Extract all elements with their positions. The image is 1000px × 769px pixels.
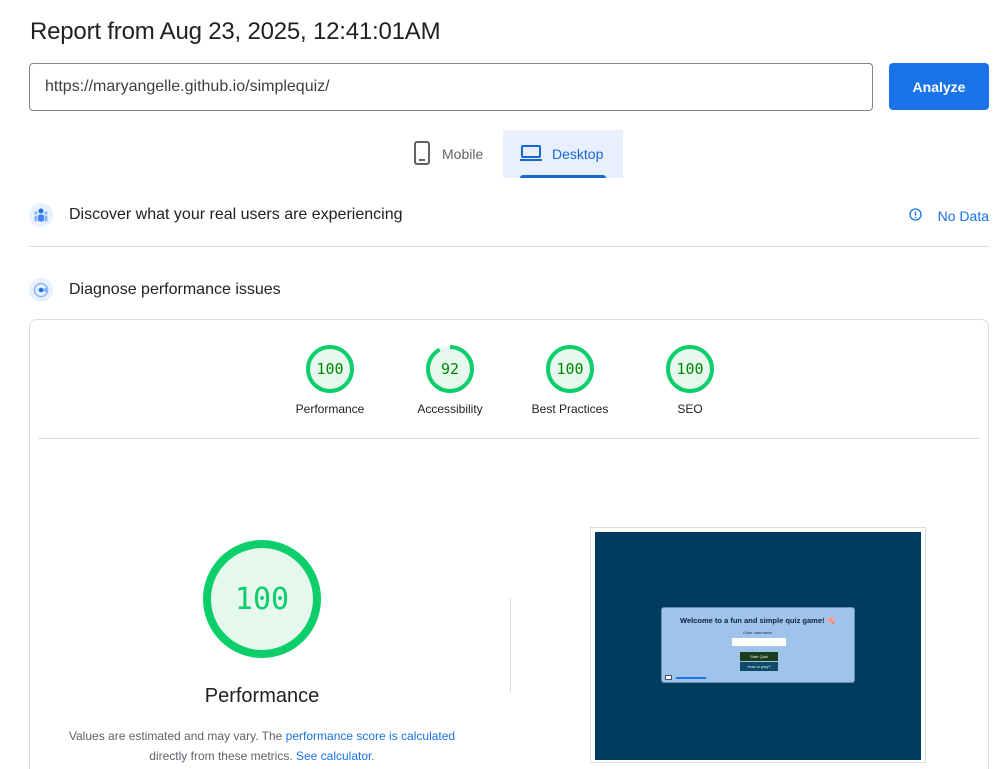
tab-desktop-label: Desktop <box>552 146 604 162</box>
gauge-best-practices[interactable]: 100 Best Practices <box>520 344 620 416</box>
see-calculator-link[interactable]: See calculator. <box>296 749 375 763</box>
no-data-label: No Data <box>937 208 989 224</box>
quiz-start-button: Start Quiz <box>740 652 778 661</box>
gauge-seo[interactable]: 100 SEO <box>640 344 740 416</box>
diagnose-section-header: Diagnose performance issues <box>29 278 281 302</box>
laptop-icon <box>520 144 542 165</box>
score-note: Values are estimated and may vary. The p… <box>62 726 462 766</box>
section-divider <box>29 246 989 247</box>
main-gauge-score: 100 <box>235 582 289 617</box>
screenshot-viewport: Welcome to a fun and simple quiz game! 🧠… <box>595 532 921 760</box>
report-title: Report from Aug 23, 2025, 12:41:01AM <box>30 18 441 45</box>
no-data-link[interactable]: No Data <box>908 208 989 224</box>
quiz-how-button: How to play? <box>740 662 778 671</box>
report-card: 100 Performance 92 Accessibility 100 Bes… <box>29 319 989 769</box>
final-screenshot: Welcome to a fun and simple quiz game! 🧠… <box>590 527 926 763</box>
tab-mobile-label: Mobile <box>442 146 484 162</box>
gauge-label: Best Practices <box>531 402 609 416</box>
audio-icon <box>665 675 672 680</box>
gauge-score: 92 <box>441 360 459 378</box>
gauge-label: Performance <box>295 402 365 416</box>
gauge-ring: 100 <box>666 345 714 393</box>
gauge-label: Accessibility <box>417 402 483 416</box>
gauge-performance[interactable]: 100 Performance <box>280 344 380 416</box>
score-gauges: 100 Performance 92 Accessibility 100 Bes… <box>30 344 990 416</box>
note-text-1: Values are estimated and may vary. The <box>68 729 286 743</box>
crux-title: Discover what your real users are experi… <box>69 206 403 223</box>
quiz-input-label: Enter username: <box>743 630 773 635</box>
score-calculated-link[interactable]: performance score is calculated <box>286 729 455 743</box>
diagnose-title: Diagnose performance issues <box>69 281 281 298</box>
smartphone-icon <box>412 140 432 168</box>
gauge-score: 100 <box>556 360 583 378</box>
url-input[interactable] <box>29 63 873 111</box>
gauge-label: SEO <box>677 402 703 416</box>
note-text-2: directly from these metrics. <box>149 749 296 763</box>
quiz-card: Welcome to a fun and simple quiz game! 🧠… <box>661 607 855 683</box>
gauge-ring: 100 <box>306 345 354 393</box>
vertical-divider <box>510 598 511 692</box>
tab-indicator <box>520 175 606 178</box>
gauge-ring: 92 <box>426 345 474 393</box>
gauge-score: 100 <box>316 360 343 378</box>
analyze-button[interactable]: Analyze <box>889 63 989 110</box>
gauge-accessibility[interactable]: 92 Accessibility <box>400 344 500 416</box>
main-gauge-label: Performance <box>204 685 320 707</box>
card-divider <box>38 438 980 439</box>
tab-desktop[interactable]: Desktop <box>503 130 623 178</box>
lighthouse-icon <box>29 278 53 302</box>
info-icon <box>908 208 922 224</box>
users-icon <box>29 203 53 227</box>
quiz-username-input <box>732 638 786 646</box>
gauge-score: 100 <box>676 360 703 378</box>
main-performance-gauge: 100 <box>203 540 321 658</box>
crux-section-header: Discover what your real users are experi… <box>29 203 402 227</box>
tab-mobile[interactable]: Mobile <box>400 130 503 178</box>
volume-slider <box>676 677 706 679</box>
gauge-ring: 100 <box>546 345 594 393</box>
quiz-title: Welcome to a fun and simple quiz game! 🧠 <box>680 616 836 625</box>
